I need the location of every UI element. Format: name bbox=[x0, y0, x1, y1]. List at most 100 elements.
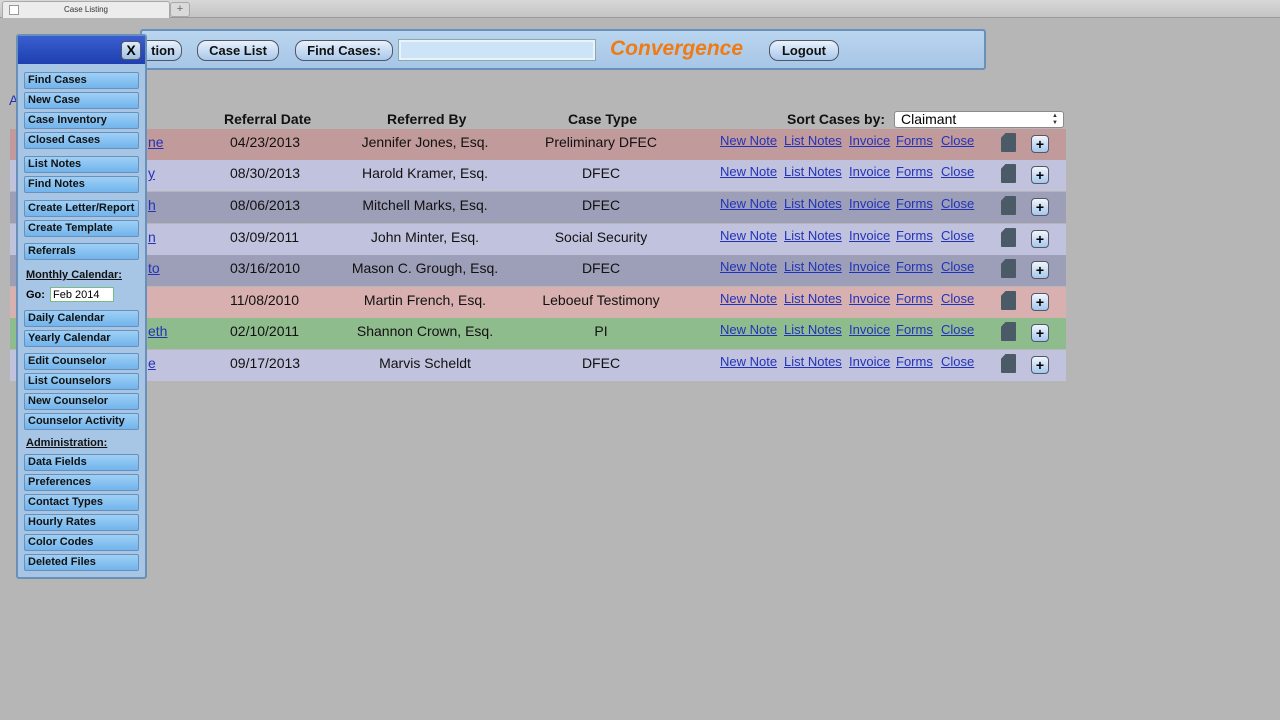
claimant-name-link[interactable]: to bbox=[148, 260, 160, 276]
menu-referrals[interactable]: Referrals bbox=[24, 243, 139, 260]
list-notes-link[interactable]: List Notes bbox=[784, 133, 842, 148]
new-note-link[interactable]: New Note bbox=[720, 354, 777, 369]
forms-link[interactable]: Forms bbox=[896, 228, 933, 243]
browser-tab[interactable]: Case Listing bbox=[2, 1, 170, 18]
invoice-link[interactable]: Invoice bbox=[849, 196, 890, 211]
new-note-link[interactable]: New Note bbox=[720, 196, 777, 211]
menu-deleted-files[interactable]: Deleted Files bbox=[24, 554, 139, 571]
find-cases-button[interactable]: Find Cases: bbox=[295, 40, 393, 61]
invoice-link[interactable]: Invoice bbox=[849, 164, 890, 179]
document-icon[interactable] bbox=[1001, 196, 1016, 215]
close-link[interactable]: Close bbox=[941, 164, 974, 179]
claimant-name-link[interactable]: eth bbox=[148, 323, 167, 339]
list-notes-link[interactable]: List Notes bbox=[784, 354, 842, 369]
expand-plus-button[interactable]: + bbox=[1031, 261, 1049, 279]
close-link[interactable]: Close bbox=[941, 354, 974, 369]
close-link[interactable]: Close bbox=[941, 291, 974, 306]
menu-closed-cases[interactable]: Closed Cases bbox=[24, 132, 139, 149]
close-link[interactable]: Close bbox=[941, 228, 974, 243]
invoice-link[interactable]: Invoice bbox=[849, 354, 890, 369]
claimant-name-link[interactable]: n bbox=[148, 229, 156, 245]
header-referral-date[interactable]: Referral Date bbox=[224, 111, 311, 127]
document-icon[interactable] bbox=[1001, 322, 1016, 341]
forms-link[interactable]: Forms bbox=[896, 354, 933, 369]
list-notes-link[interactable]: List Notes bbox=[784, 228, 842, 243]
expand-plus-button[interactable]: + bbox=[1031, 135, 1049, 153]
invoice-link[interactable]: Invoice bbox=[849, 291, 890, 306]
claimant-name-link[interactable]: e bbox=[148, 355, 156, 371]
forms-link[interactable]: Forms bbox=[896, 133, 933, 148]
menu-find-cases[interactable]: Find Cases bbox=[24, 72, 139, 89]
expand-plus-button[interactable]: + bbox=[1031, 293, 1049, 311]
document-icon[interactable] bbox=[1001, 291, 1016, 310]
forms-link[interactable]: Forms bbox=[896, 259, 933, 274]
menu-new-counselor[interactable]: New Counselor bbox=[24, 393, 139, 410]
invoice-link[interactable]: Invoice bbox=[849, 228, 890, 243]
forms-link[interactable]: Forms bbox=[896, 322, 933, 337]
menu-edit-counselor[interactable]: Edit Counselor bbox=[24, 353, 139, 370]
document-icon[interactable] bbox=[1001, 133, 1016, 152]
new-tab-button[interactable]: + bbox=[170, 2, 190, 17]
list-notes-link[interactable]: List Notes bbox=[784, 259, 842, 274]
menu-find-notes[interactable]: Find Notes bbox=[24, 176, 139, 193]
document-icon[interactable] bbox=[1001, 354, 1016, 373]
new-note-link[interactable]: New Note bbox=[720, 228, 777, 243]
menu-new-case[interactable]: New Case bbox=[24, 92, 139, 109]
menu-list-notes[interactable]: List Notes bbox=[24, 156, 139, 173]
expand-plus-button[interactable]: + bbox=[1031, 324, 1049, 342]
header-referred-by[interactable]: Referred By bbox=[387, 111, 466, 127]
list-notes-link[interactable]: List Notes bbox=[784, 291, 842, 306]
claimant-name-link[interactable]: ne bbox=[148, 134, 164, 150]
monthly-calendar-label[interactable]: Monthly Calendar: bbox=[26, 269, 122, 281]
forms-link[interactable]: Forms bbox=[896, 196, 933, 211]
menu-close-button[interactable]: X bbox=[121, 41, 141, 60]
forms-link[interactable]: Forms bbox=[896, 291, 933, 306]
new-note-link[interactable]: New Note bbox=[720, 291, 777, 306]
close-link[interactable]: Close bbox=[941, 133, 974, 148]
new-note-link[interactable]: New Note bbox=[720, 259, 777, 274]
expand-plus-button[interactable]: + bbox=[1031, 198, 1049, 216]
case-type-cell: DFEC bbox=[581, 197, 621, 213]
menu-case-inventory[interactable]: Case Inventory bbox=[24, 112, 139, 129]
document-icon[interactable] bbox=[1001, 164, 1016, 183]
go-month-input[interactable] bbox=[50, 287, 114, 302]
logout-button[interactable]: Logout bbox=[769, 40, 839, 61]
expand-plus-button[interactable]: + bbox=[1031, 166, 1049, 184]
header-case-type[interactable]: Case Type bbox=[568, 111, 637, 127]
menu-list-counselors[interactable]: List Counselors bbox=[24, 373, 139, 390]
expand-plus-button[interactable]: + bbox=[1031, 230, 1049, 248]
menu-contact-types[interactable]: Contact Types bbox=[24, 494, 139, 511]
menu-data-fields[interactable]: Data Fields bbox=[24, 454, 139, 471]
sort-select-value: Claimant bbox=[901, 111, 957, 127]
list-notes-link[interactable]: List Notes bbox=[784, 164, 842, 179]
case-list-button[interactable]: Case List bbox=[197, 40, 279, 61]
document-icon[interactable] bbox=[1001, 259, 1016, 278]
invoice-link[interactable]: Invoice bbox=[849, 133, 890, 148]
list-notes-link[interactable]: List Notes bbox=[784, 196, 842, 211]
find-cases-input[interactable] bbox=[398, 39, 596, 61]
forms-link[interactable]: Forms bbox=[896, 164, 933, 179]
menu-create-letter-report[interactable]: Create Letter/Report bbox=[24, 200, 139, 217]
menu-hourly-rates[interactable]: Hourly Rates bbox=[24, 514, 139, 531]
menu-daily-calendar[interactable]: Daily Calendar bbox=[24, 310, 139, 327]
menu-yearly-calendar[interactable]: Yearly Calendar bbox=[24, 330, 139, 347]
document-icon[interactable] bbox=[1001, 228, 1016, 247]
menu-color-codes[interactable]: Color Codes bbox=[24, 534, 139, 551]
claimant-name-link[interactable]: y bbox=[148, 165, 155, 181]
claimant-name-link[interactable]: h bbox=[148, 197, 156, 213]
menu-counselor-activity[interactable]: Counselor Activity bbox=[24, 413, 139, 430]
new-note-link[interactable]: New Note bbox=[720, 164, 777, 179]
menu-preferences[interactable]: Preferences bbox=[24, 474, 139, 491]
list-notes-link[interactable]: List Notes bbox=[784, 322, 842, 337]
expand-plus-button[interactable]: + bbox=[1031, 356, 1049, 374]
invoice-link[interactable]: Invoice bbox=[849, 259, 890, 274]
sort-select[interactable]: Claimant ▲ ▼ bbox=[894, 111, 1064, 128]
invoice-link[interactable]: Invoice bbox=[849, 322, 890, 337]
brand-logo: Convergence bbox=[610, 37, 744, 60]
new-note-link[interactable]: New Note bbox=[720, 322, 777, 337]
menu-create-template[interactable]: Create Template bbox=[24, 220, 139, 237]
new-note-link[interactable]: New Note bbox=[720, 133, 777, 148]
close-link[interactable]: Close bbox=[941, 322, 974, 337]
close-link[interactable]: Close bbox=[941, 259, 974, 274]
close-link[interactable]: Close bbox=[941, 196, 974, 211]
